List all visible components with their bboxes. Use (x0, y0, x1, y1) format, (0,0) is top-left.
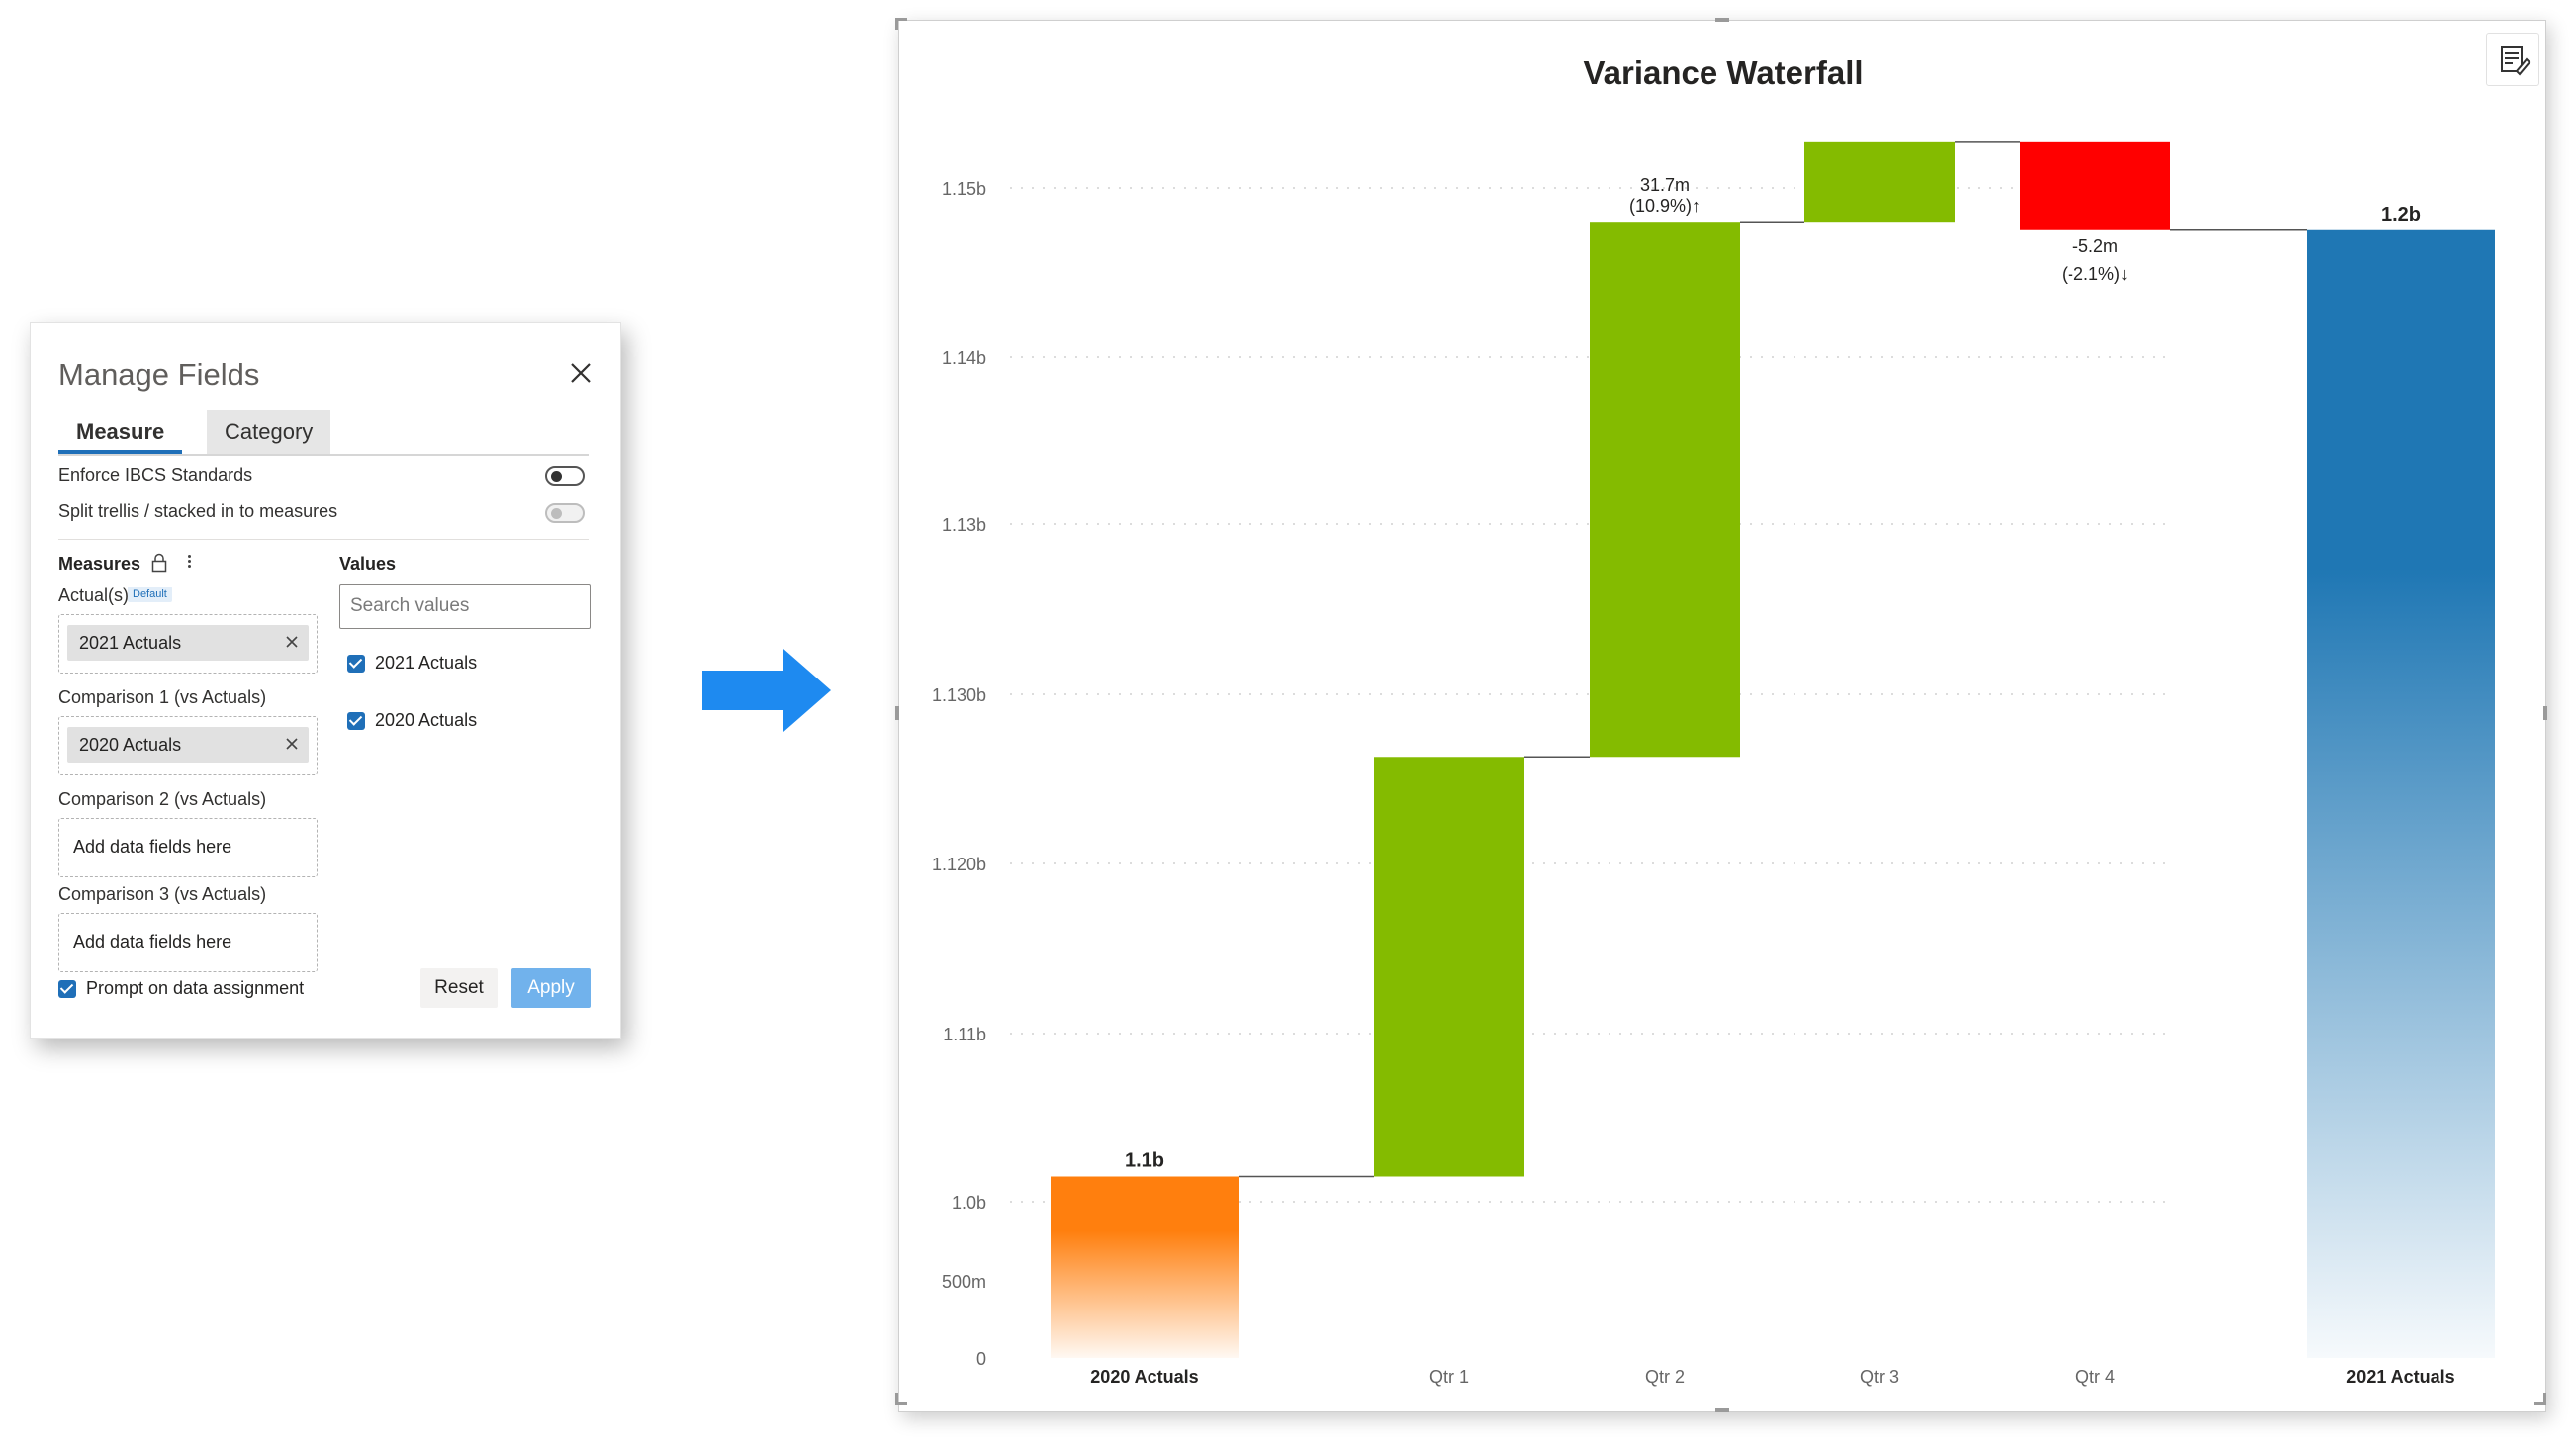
value-checkbox-2020[interactable] (347, 712, 365, 730)
comparison1-label: Comparison 1 (vs Actuals) (58, 687, 267, 707)
data-label: (-2.1%)↓ (2062, 264, 2129, 284)
field-chip[interactable]: 2021 Actuals (67, 625, 309, 661)
default-badge: Default (128, 587, 172, 602)
value-label-2020: 2020 Actuals (375, 710, 478, 730)
comparison3-drop-zone[interactable]: Add data fields here (58, 913, 318, 972)
prompt-label: Prompt on data assignment (86, 978, 305, 998)
x-tick-label: 2021 Actuals (2346, 1367, 2454, 1387)
data-label: (10.9%)↑ (1629, 196, 1701, 216)
y-tick-label: 1.15b (942, 179, 986, 199)
measures-header: Measures (58, 554, 141, 574)
lock-icon[interactable] (151, 553, 167, 573)
resize-handle[interactable] (895, 706, 899, 720)
comparison2-drop-zone[interactable]: Add data fields here (58, 818, 318, 877)
tab-bar: Measure Category (58, 410, 589, 456)
apply-button[interactable]: Apply (511, 968, 591, 1008)
tab-category[interactable]: Category (207, 410, 331, 454)
enforce-ibcs-label: Enforce IBCS Standards (58, 465, 253, 485)
x-tick-label: Qtr 2 (1645, 1367, 1685, 1387)
y-tick-label: 1.130b (932, 685, 986, 705)
divider (58, 539, 589, 540)
resize-handle[interactable] (895, 18, 898, 30)
split-trellis-toggle[interactable] (545, 503, 585, 523)
chart-visual[interactable]: Variance Waterfall 0 500m 1.0b 1.11b 1.120b 1… (898, 20, 2546, 1412)
data-label: 1.2b (2381, 204, 2421, 226)
tab-measure[interactable]: Measure (58, 410, 183, 454)
comparison1-drop-zone[interactable]: 2020 Actuals (58, 716, 318, 775)
resize-handle[interactable] (1715, 1408, 1729, 1412)
waterfall-bar (1051, 1176, 1239, 1358)
split-trellis-label: Split trellis / stacked in to measures (58, 501, 338, 521)
y-tick-label: 1.14b (942, 348, 986, 368)
x-tick-label: Qtr 3 (1860, 1367, 1899, 1387)
reset-button[interactable]: Reset (420, 968, 498, 1008)
y-tick-label: 1.11b (943, 1025, 986, 1044)
data-label: 1.1b (1125, 1150, 1164, 1172)
drop-zone-placeholder: Add data fields here (73, 932, 232, 951)
comparison2-label: Comparison 2 (vs Actuals) (58, 789, 267, 809)
data-label: -5.2m (2072, 236, 2118, 256)
x-tick-label: Qtr 4 (2075, 1367, 2115, 1387)
actuals-drop-zone[interactable]: 2021 Actuals (58, 614, 318, 674)
more-vertical-icon[interactable] (185, 553, 193, 573)
waterfall-bar (1590, 222, 1740, 758)
x-tick-label: 2020 Actuals (1090, 1367, 1198, 1387)
remove-icon[interactable] (285, 635, 299, 649)
actuals-label: Actual(s) (58, 586, 130, 605)
manage-fields-dialog: Manage Fields Measure Category Enforce I… (30, 322, 621, 1039)
resize-handle[interactable] (2543, 706, 2547, 720)
waterfall-bar (1804, 141, 1955, 223)
waterfall-bar (1374, 757, 1524, 1177)
y-tick-label: 0 (976, 1349, 986, 1369)
dialog-title: Manage Fields (58, 357, 260, 392)
data-label: 31.7m (1640, 175, 1690, 195)
enforce-ibcs-toggle[interactable] (545, 466, 585, 486)
waterfall-chart: 0 500m 1.0b 1.11b 1.120b 1.130b 1.13b 1.14b 1.15… (932, 141, 2495, 1387)
close-icon[interactable] (569, 361, 593, 385)
waterfall-bar (2020, 141, 2170, 230)
y-tick-label: 1.0b (952, 1193, 986, 1213)
resize-handle[interactable] (895, 1393, 898, 1404)
right-arrow-icon (702, 649, 831, 732)
chip-label: 2020 Actuals (79, 735, 182, 755)
y-tick-label: 1.13b (942, 515, 986, 535)
y-tick-label: 1.120b (932, 855, 986, 874)
prompt-checkbox[interactable] (58, 980, 76, 998)
field-chip[interactable]: 2020 Actuals (67, 727, 309, 763)
resize-handle[interactable] (1715, 18, 1729, 22)
remove-icon[interactable] (285, 737, 299, 751)
drop-zone-placeholder: Add data fields here (73, 837, 232, 857)
chip-label: 2021 Actuals (79, 633, 182, 653)
value-label-2021: 2021 Actuals (375, 653, 478, 673)
value-checkbox-2021[interactable] (347, 655, 365, 673)
waterfall-bar (2307, 229, 2495, 1358)
search-values-box[interactable] (339, 584, 591, 629)
y-tick-label: 500m (942, 1272, 986, 1292)
resize-handle[interactable] (2543, 1393, 2546, 1404)
comparison3-label: Comparison 3 (vs Actuals) (58, 884, 267, 904)
search-values-input[interactable] (340, 585, 590, 628)
values-header: Values (339, 554, 397, 574)
x-tick-label: Qtr 1 (1429, 1367, 1469, 1387)
